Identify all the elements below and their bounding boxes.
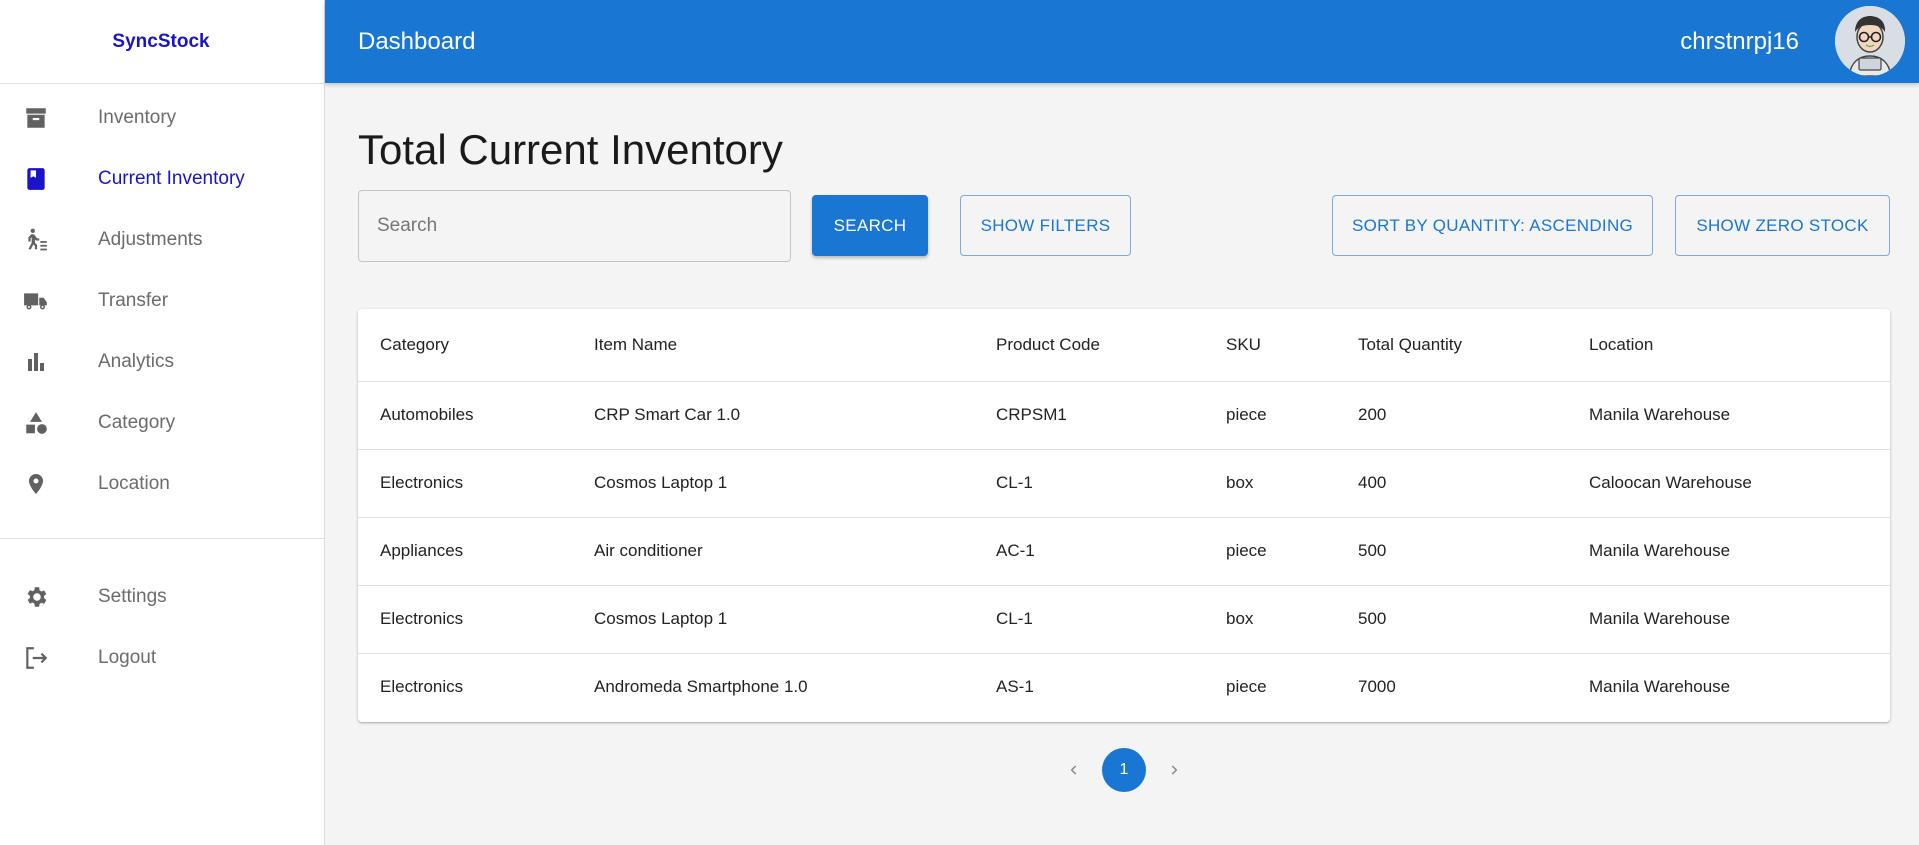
sidebar-item-inventory[interactable]: Inventory bbox=[0, 87, 324, 148]
sidebar-item-label: Current Inventory bbox=[98, 167, 245, 189]
cell-item-name: Andromeda Smartphone 1.0 bbox=[594, 677, 808, 697]
sidebar-item-category[interactable]: Category bbox=[0, 392, 324, 453]
cell-sku: box bbox=[1204, 585, 1336, 654]
book-icon bbox=[18, 161, 54, 197]
page-number-button[interactable]: 1 bbox=[1102, 748, 1146, 792]
sidebar-bottom-nav: Settings Logout bbox=[0, 566, 324, 688]
show-zero-stock-button[interactable]: SHOW ZERO STOCK bbox=[1675, 195, 1890, 256]
cell-product-code: AC-1 bbox=[974, 517, 1204, 586]
inventory-table-card: Category Item Name Product Code SKU Tota… bbox=[358, 309, 1890, 722]
sidebar-nav: Inventory Current Inventory Adjustments … bbox=[0, 84, 324, 514]
cell-product-code: CL-1 bbox=[974, 449, 1204, 518]
cell-item-name: Air conditioner bbox=[572, 517, 974, 586]
sidebar-item-location[interactable]: Location bbox=[0, 453, 324, 514]
column-header-category[interactable]: Category bbox=[358, 309, 572, 382]
cell-total-quantity: 500 bbox=[1336, 517, 1567, 586]
sidebar-item-logout[interactable]: Logout bbox=[0, 627, 324, 688]
cell-product-code: AS-1 bbox=[996, 677, 1034, 697]
cell-item-name: Cosmos Laptop 1 bbox=[572, 585, 974, 654]
table-row[interactable]: Electronics Cosmos Laptop 1 CL-1 box 500… bbox=[358, 585, 1890, 654]
sidebar-item-label: Logout bbox=[98, 646, 157, 668]
logout-icon bbox=[18, 640, 54, 676]
cell-category: Automobiles bbox=[358, 381, 572, 450]
cell-item-name: CRP Smart Car 1.0 bbox=[572, 381, 974, 450]
table-row[interactable]: Electronics Andromeda Smartphone 1.0 AS-… bbox=[358, 653, 1890, 721]
column-header-item-name[interactable]: Item Name bbox=[572, 309, 974, 382]
sort-quantity-button[interactable]: SORT BY QUANTITY: ASCENDING bbox=[1332, 195, 1653, 256]
gear-icon bbox=[18, 579, 54, 615]
cell-location: Caloocan Warehouse bbox=[1567, 449, 1890, 518]
cell-location: Manila Warehouse bbox=[1567, 517, 1890, 586]
location-pin-icon bbox=[18, 466, 54, 502]
archive-icon bbox=[18, 100, 54, 136]
sidebar-item-label: Adjustments bbox=[98, 228, 203, 250]
shapes-icon bbox=[18, 405, 54, 441]
show-filters-button[interactable]: SHOW FILTERS bbox=[960, 195, 1131, 256]
person-adjust-icon bbox=[18, 222, 54, 258]
inventory-table: Category Item Name Product Code SKU Tota… bbox=[358, 309, 1890, 721]
sidebar-item-label: Inventory bbox=[98, 106, 177, 128]
cell-sku: piece bbox=[1204, 381, 1336, 450]
sidebar-item-label: Settings bbox=[98, 585, 167, 607]
avatar[interactable] bbox=[1835, 6, 1905, 76]
table-header-row: Category Item Name Product Code SKU Tota… bbox=[358, 309, 1890, 382]
sidebar-item-transfer[interactable]: Transfer bbox=[0, 270, 324, 331]
cell-location: Manila Warehouse bbox=[1567, 381, 1890, 450]
column-header-product-code[interactable]: Product Code bbox=[974, 309, 1204, 382]
cell-item-name: Cosmos Laptop 1 bbox=[572, 449, 974, 518]
avatar-illustration bbox=[1835, 6, 1905, 76]
table-row[interactable]: Appliances Air conditioner AC-1 piece 50… bbox=[358, 517, 1890, 586]
cell-category: Electronics bbox=[380, 677, 464, 697]
sidebar-item-current-inventory[interactable]: Current Inventory bbox=[0, 148, 324, 209]
cell-sku: piece bbox=[1204, 517, 1336, 586]
truck-icon bbox=[18, 283, 54, 319]
previous-page-button[interactable] bbox=[1054, 750, 1094, 790]
cell-product-code: CRPSM1 bbox=[974, 381, 1204, 450]
sidebar-item-label: Location bbox=[98, 472, 170, 494]
page-header-title: Dashboard bbox=[358, 27, 476, 55]
sidebar-item-analytics[interactable]: Analytics bbox=[0, 331, 324, 392]
cell-sku: piece bbox=[1226, 677, 1267, 697]
cell-total-quantity: 200 bbox=[1336, 381, 1567, 450]
cell-sku: box bbox=[1204, 449, 1336, 518]
search-input[interactable] bbox=[359, 191, 790, 261]
cell-total-quantity: 500 bbox=[1336, 585, 1567, 654]
sidebar: SyncStock Inventory Current Inventory Ad… bbox=[0, 0, 325, 845]
cell-category: Appliances bbox=[358, 517, 572, 586]
column-header-total-quantity[interactable]: Total Quantity bbox=[1336, 309, 1567, 382]
bar-chart-icon bbox=[18, 344, 54, 380]
chevron-left-icon bbox=[1070, 765, 1077, 775]
table-row[interactable]: Automobiles CRP Smart Car 1.0 CRPSM1 pie… bbox=[358, 381, 1890, 450]
chevron-right-icon bbox=[1171, 765, 1178, 775]
sidebar-item-adjustments[interactable]: Adjustments bbox=[0, 209, 324, 270]
brand-logo[interactable]: SyncStock bbox=[0, 0, 324, 84]
cell-product-code: CL-1 bbox=[974, 585, 1204, 654]
pagination: 1 bbox=[358, 748, 1890, 792]
cell-total-quantity: 400 bbox=[1336, 449, 1567, 518]
cell-location: Manila Warehouse bbox=[1567, 585, 1890, 654]
next-page-button[interactable] bbox=[1154, 750, 1194, 790]
search-field[interactable] bbox=[358, 190, 791, 262]
username-label: chrstnrpj16 bbox=[1680, 27, 1799, 55]
sidebar-item-settings[interactable]: Settings bbox=[0, 566, 324, 627]
sidebar-item-label: Category bbox=[98, 411, 176, 433]
column-header-sku[interactable]: SKU bbox=[1204, 309, 1336, 382]
table-row[interactable]: Electronics Cosmos Laptop 1 CL-1 box 400… bbox=[358, 449, 1890, 518]
sidebar-divider bbox=[0, 538, 324, 539]
cell-category: Electronics bbox=[358, 585, 572, 654]
brand-name: SyncStock bbox=[112, 30, 210, 52]
top-app-bar: Dashboard chrstnrpj16 bbox=[325, 0, 1919, 83]
sidebar-item-label: Analytics bbox=[98, 350, 175, 372]
cell-category: Electronics bbox=[358, 449, 572, 518]
cell-total-quantity: 7000 bbox=[1358, 677, 1396, 697]
cell-location: Manila Warehouse bbox=[1589, 677, 1731, 697]
column-header-location[interactable]: Location bbox=[1567, 309, 1890, 382]
page-title: Total Current Inventory bbox=[358, 126, 783, 173]
sidebar-item-label: Transfer bbox=[98, 289, 169, 311]
search-button[interactable]: SEARCH bbox=[812, 195, 928, 256]
